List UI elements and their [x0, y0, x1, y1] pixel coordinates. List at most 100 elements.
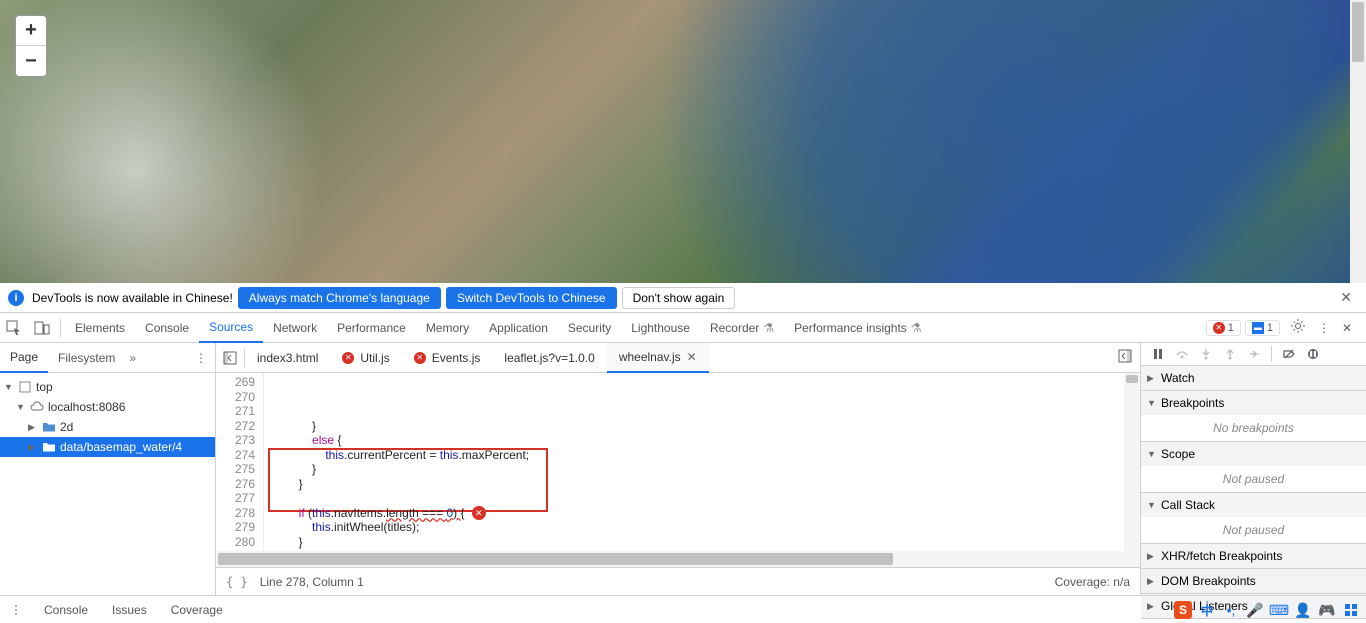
- file-tab-label: Events.js: [432, 351, 481, 365]
- devtools-tab-recorder[interactable]: Recorder ⚗: [700, 313, 784, 343]
- expand-arrow-icon: ▼: [1147, 500, 1157, 510]
- file-tab-events-js[interactable]: ✕Events.js: [402, 343, 493, 373]
- code-line[interactable]: this.currentPercent = this.maxPercent;: [264, 448, 1140, 463]
- inspect-element-button[interactable]: [0, 313, 28, 343]
- step-out-button[interactable]: [1219, 343, 1241, 365]
- breakpoints-header[interactable]: ▼Breakpoints: [1141, 391, 1366, 415]
- file-tab-label: index3.html: [257, 351, 318, 365]
- devtools-close-button[interactable]: ✕: [1336, 321, 1358, 335]
- devtools-tab-elements[interactable]: Elements: [65, 313, 135, 343]
- file-tab-label: leaflet.js?v=1.0.0: [504, 351, 594, 365]
- code-line[interactable]: this.initWheel(titles);: [264, 520, 1140, 535]
- devtools-tab-application[interactable]: Application: [479, 313, 558, 343]
- tray-app-icon[interactable]: 👤: [1294, 601, 1312, 619]
- section-title: Call Stack: [1161, 498, 1215, 512]
- file-tab-index3-html[interactable]: index3.html: [245, 343, 330, 373]
- dont-show-again-button[interactable]: Don't show again: [622, 287, 736, 309]
- code-line[interactable]: [264, 549, 1140, 551]
- code-editor[interactable]: 269270271272273274275276277278279280281 …: [216, 373, 1140, 551]
- navigator-more-tabs[interactable]: »: [129, 351, 136, 365]
- pause-button[interactable]: [1147, 343, 1169, 365]
- keyboard-icon[interactable]: ⌨: [1270, 601, 1288, 619]
- tray-apps-icon[interactable]: [1342, 601, 1360, 619]
- drawer-menu-button[interactable]: ⋮: [0, 603, 32, 617]
- callstack-header[interactable]: ▼ Call Stack: [1141, 493, 1366, 517]
- ime-language-icon[interactable]: 中: [1198, 601, 1216, 619]
- inline-error-icon: ✕: [472, 506, 486, 520]
- deactivate-breakpoints-button[interactable]: [1278, 343, 1300, 365]
- devtools-tab-sources[interactable]: Sources: [199, 313, 263, 343]
- code-line[interactable]: }: [264, 462, 1140, 477]
- scrollbar-thumb[interactable]: [218, 553, 893, 565]
- code-line[interactable]: }: [264, 477, 1140, 492]
- step-into-button[interactable]: [1195, 343, 1217, 365]
- code-line[interactable]: else {: [264, 433, 1140, 448]
- tree-node-folder-selected[interactable]: ▶data/basemap_water/4: [0, 437, 215, 457]
- tree-node-host[interactable]: ▼localhost:8086: [0, 397, 215, 417]
- navigator-tab-page[interactable]: Page: [0, 343, 48, 373]
- code-line[interactable]: if (this.navItems.length === 0) { ✕: [264, 506, 1140, 521]
- breakpoints-body: No breakpoints: [1141, 415, 1366, 441]
- sogou-ime-icon[interactable]: S: [1174, 601, 1192, 619]
- step-button[interactable]: [1243, 343, 1265, 365]
- code-line[interactable]: }: [264, 535, 1140, 550]
- navigator-menu-button[interactable]: ⋮: [187, 351, 215, 365]
- experiment-flask-icon: ⚗: [911, 321, 922, 335]
- divider: [1271, 346, 1272, 362]
- line-number-gutter[interactable]: 269270271272273274275276277278279280281: [216, 373, 264, 551]
- editor-horizontal-scrollbar[interactable]: [216, 551, 1140, 567]
- devtools-tab-performance[interactable]: Performance: [327, 313, 416, 343]
- zoom-in-button[interactable]: +: [16, 16, 46, 46]
- tree-node-top[interactable]: ▼top: [0, 377, 215, 397]
- drawer-tab-issues[interactable]: Issues: [100, 603, 159, 617]
- devtools-tab-security[interactable]: Security: [558, 313, 621, 343]
- tree-arrow-icon: ▶: [28, 442, 38, 453]
- file-tab-leaflet-js-v-1-0-0[interactable]: leaflet.js?v=1.0.0: [492, 343, 606, 373]
- devtools-tab-network[interactable]: Network: [263, 313, 327, 343]
- toggle-debugger-button[interactable]: [1110, 349, 1140, 366]
- code-line[interactable]: [264, 491, 1140, 506]
- pause-on-exceptions-button[interactable]: [1302, 343, 1324, 365]
- device-toolbar-button[interactable]: [28, 313, 56, 343]
- always-match-language-button[interactable]: Always match Chrome's language: [238, 287, 441, 309]
- devtools-tab-memory[interactable]: Memory: [416, 313, 479, 343]
- navigator-tab-filesystem[interactable]: Filesystem: [48, 343, 125, 373]
- close-tab-button[interactable]: ✕: [687, 350, 697, 364]
- watch-header[interactable]: ▶Watch: [1141, 366, 1366, 390]
- settings-button[interactable]: [1284, 318, 1312, 337]
- editor-vertical-scrollbar[interactable]: [1124, 373, 1140, 551]
- dom-breakpoints-header[interactable]: ▶DOM Breakpoints: [1141, 569, 1366, 593]
- drawer-tab-coverage[interactable]: Coverage: [159, 603, 235, 617]
- step-over-button[interactable]: [1171, 343, 1193, 365]
- file-tab-wheelnav-js[interactable]: wheelnav.js ✕: [607, 343, 709, 373]
- devtools-tab-console[interactable]: Console: [135, 313, 199, 343]
- drawer-tab-console[interactable]: Console: [32, 603, 100, 617]
- toggle-navigator-button[interactable]: [216, 351, 244, 365]
- switch-devtools-chinese-button[interactable]: Switch DevTools to Chinese: [446, 287, 617, 309]
- notification-close-button[interactable]: ✕: [1334, 289, 1358, 306]
- tray-gamepad-icon[interactable]: 🎮: [1318, 601, 1336, 619]
- section-title: Watch: [1161, 371, 1195, 385]
- map-scrollbar-thumb[interactable]: [1352, 2, 1364, 62]
- scrollbar-thumb[interactable]: [1126, 375, 1138, 383]
- section-title: DOM Breakpoints: [1161, 574, 1256, 588]
- map-viewport[interactable]: + −: [0, 0, 1366, 283]
- error-counter[interactable]: ✕1: [1206, 320, 1241, 336]
- zoom-out-button[interactable]: −: [16, 46, 46, 76]
- code-line[interactable]: }: [264, 419, 1140, 434]
- scope-header[interactable]: ▼Scope: [1141, 442, 1366, 466]
- tree-node-folder[interactable]: ▶2d: [0, 417, 215, 437]
- xhr-breakpoints-header[interactable]: ▶XHR/fetch Breakpoints: [1141, 544, 1366, 568]
- file-tab-label: wheelnav.js: [619, 350, 681, 364]
- ime-punctuation-icon[interactable]: •,: [1222, 601, 1240, 619]
- map-scrollbar[interactable]: [1350, 0, 1366, 283]
- pretty-print-button[interactable]: { }: [226, 575, 248, 589]
- microphone-icon[interactable]: 🎤: [1246, 601, 1264, 619]
- devtools-tab-performance-insights[interactable]: Performance insights ⚗: [784, 313, 931, 343]
- devtools-tab-lighthouse[interactable]: Lighthouse: [621, 313, 700, 343]
- issues-counter[interactable]: ▬1: [1245, 320, 1280, 336]
- file-tab-label: Util.js: [360, 351, 389, 365]
- code-content[interactable]: } else { this.currentPercent = this.maxP…: [264, 373, 1140, 551]
- devtools-menu-button[interactable]: ⋮: [1312, 321, 1336, 335]
- file-tab-util-js[interactable]: ✕Util.js: [330, 343, 401, 373]
